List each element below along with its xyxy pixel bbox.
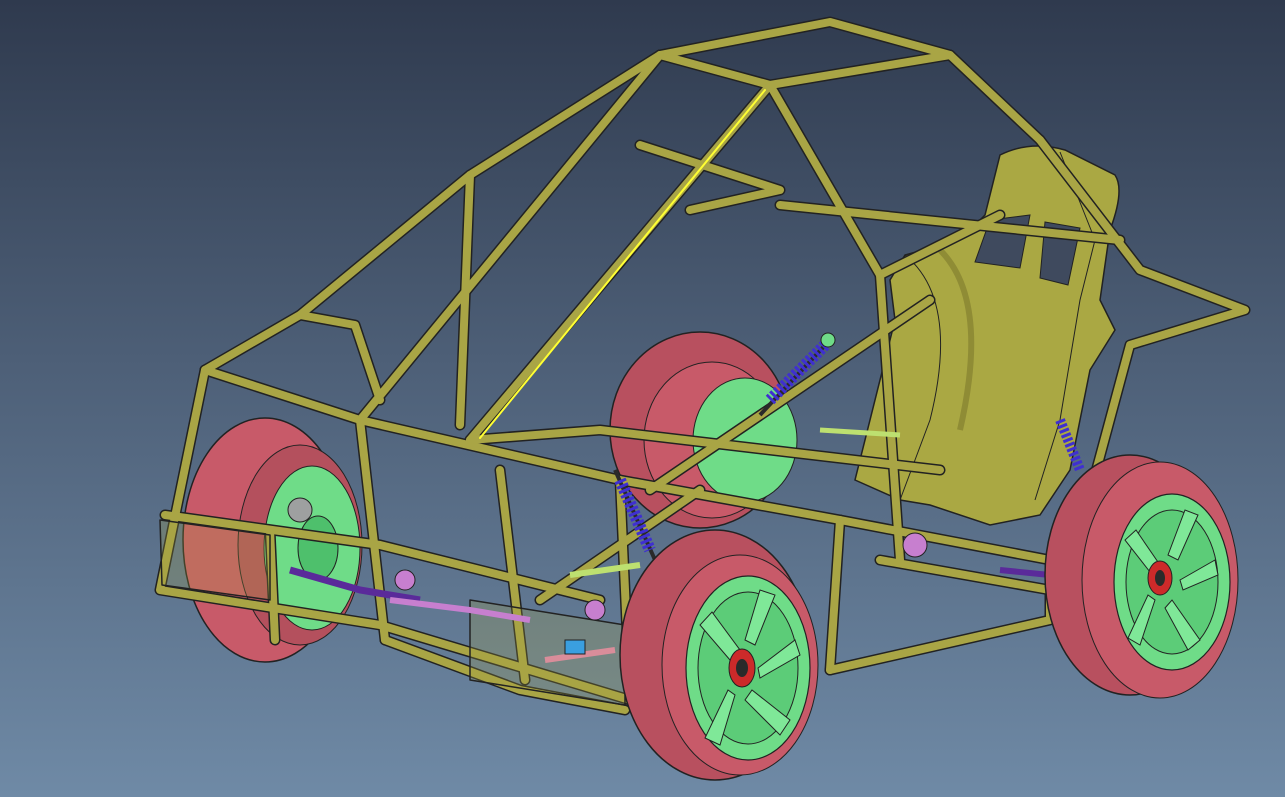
- 3d-viewport[interactable]: [0, 0, 1285, 797]
- rear-right-wheel[interactable]: [1044, 454, 1239, 699]
- front-right-wheel[interactable]: [619, 529, 819, 781]
- cad-model[interactable]: [0, 0, 1285, 797]
